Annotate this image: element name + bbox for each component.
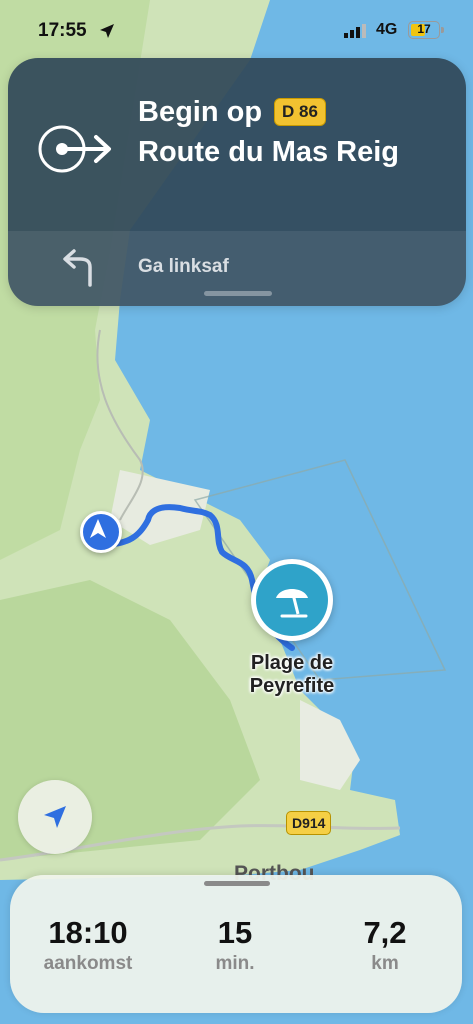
battery-level: 17 [417, 22, 431, 36]
trip-distance: 7,2 km [335, 915, 435, 977]
beach-umbrella-icon [276, 589, 308, 618]
network-type: 4G [376, 21, 398, 38]
distance-label: km [371, 953, 399, 974]
road-label: D914 [286, 811, 332, 835]
duration-value: 15 [217, 915, 253, 950]
start-route-icon [38, 125, 111, 173]
road-name: Route du Mas Reig [138, 136, 400, 168]
location-arrow-icon [100, 24, 114, 38]
drag-handle[interactable] [204, 881, 270, 886]
location-arrow-icon [44, 806, 66, 828]
trip-duration: 15 min. [185, 915, 285, 977]
direction-card[interactable]: Begin op D 86 Route du Mas Reig Ga links… [8, 58, 466, 306]
duration-label: min. [215, 953, 255, 974]
turn-left-icon [63, 249, 92, 287]
arrival-label: aankomst [43, 953, 133, 974]
signal-icon [344, 24, 366, 38]
battery-icon: 17 [408, 21, 444, 39]
arrival-time: 18:10 aankomst [28, 915, 148, 977]
arrival-value: 18:10 [48, 915, 128, 950]
destination-label[interactable]: Plage de Peyrefite [222, 652, 362, 698]
status-time: 17:55 [38, 20, 87, 41]
distance-value: 7,2 [363, 915, 407, 950]
navigation-arrow-icon [90, 519, 106, 538]
road-number-badge: D 86 [274, 98, 326, 126]
trip-summary-card[interactable]: 18:10 aankomst 15 min. 7,2 km [10, 875, 462, 1013]
destination-pin[interactable] [251, 559, 333, 641]
recenter-button[interactable] [18, 780, 92, 854]
instruction-text: Begin op [138, 96, 263, 128]
current-instruction[interactable]: Begin op D 86 Route du Mas Reig [8, 58, 466, 231]
status-bar: 17:55 4G 17 [0, 0, 473, 56]
drag-handle[interactable] [204, 291, 272, 296]
current-location-marker[interactable] [80, 511, 122, 553]
next-instruction-label: Ga linksaf [138, 256, 229, 277]
